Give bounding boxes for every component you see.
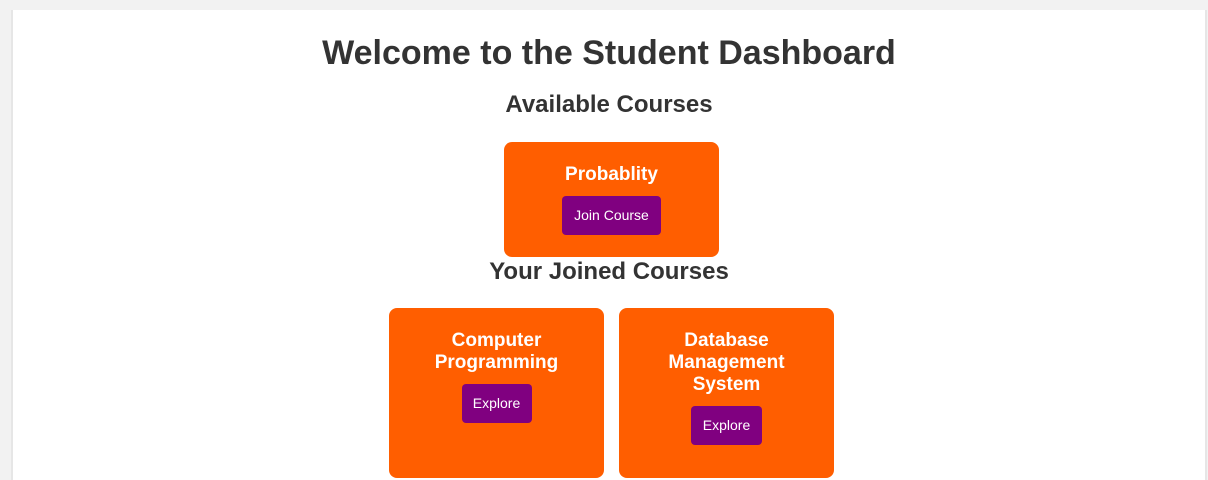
dashboard-panel: Welcome to the Student Dashboard Availab… [11, 10, 1207, 480]
page-title: Welcome to the Student Dashboard [322, 34, 896, 72]
explore-button[interactable]: Explore [461, 384, 532, 423]
course-card-computer-programming: Computer Programming Explore [389, 308, 604, 478]
course-card-title: Probablity [565, 164, 658, 185]
course-card-probability: Probablity Join Course [504, 142, 719, 257]
course-card-database-management-system: Database Management System Explore [619, 308, 834, 478]
join-course-button[interactable]: Join Course [562, 196, 661, 235]
joined-courses-heading: Your Joined Courses [489, 258, 729, 285]
available-courses-heading: Available Courses [505, 91, 713, 118]
course-card-title: Computer Programming [434, 330, 559, 373]
explore-button[interactable]: Explore [691, 406, 762, 445]
course-card-title: Database Management System [668, 330, 785, 395]
